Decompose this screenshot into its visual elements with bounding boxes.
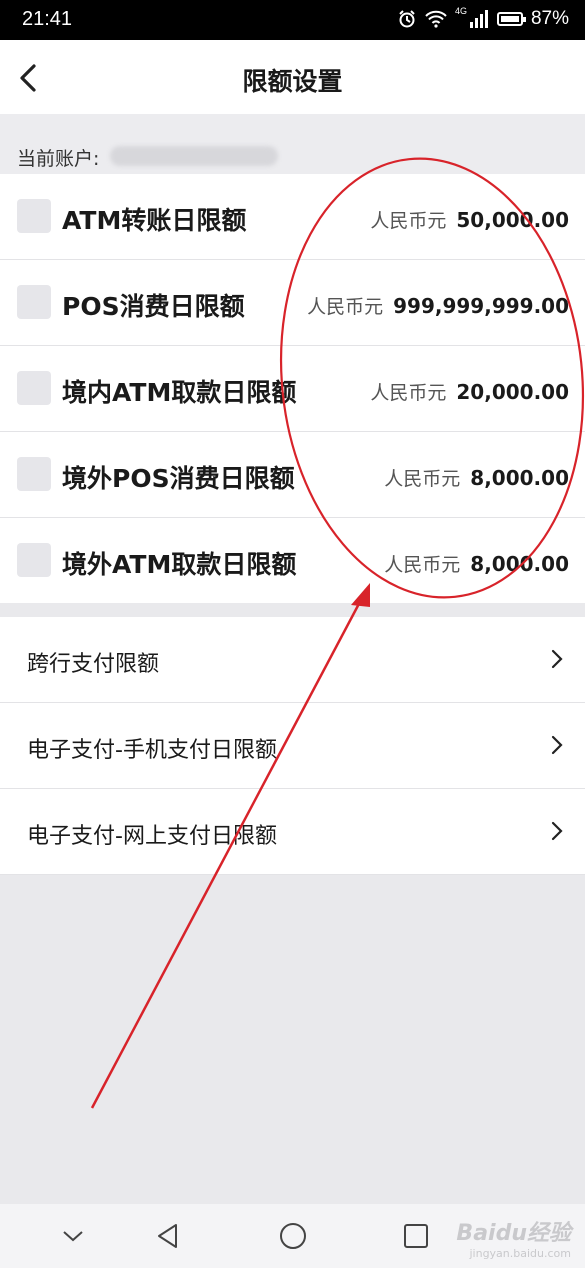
limit-currency: 人民币元 [370, 210, 447, 232]
limit-row-domestic-atm[interactable]: 境内ATM取款日限额 人民币元 20,000.00 [0, 346, 585, 432]
wifi-icon [425, 10, 447, 28]
link-label: 电子支付-手机支付日限额 [27, 738, 277, 763]
limit-checkbox[interactable] [17, 543, 51, 577]
status-bar: 21:41 4G 87% [0, 0, 585, 40]
current-account: 当前账户: [0, 114, 585, 174]
limit-row-atm-transfer[interactable]: ATM转账日限额 人民币元 50,000.00 [0, 174, 585, 260]
page-title: 限额设置 [242, 67, 343, 96]
limit-row-overseas-pos[interactable]: 境外POS消费日限额 人民币元 8,000.00 [0, 432, 585, 518]
baidu-watermark: Baidu经验 jingyan.baidu.com [456, 1215, 571, 1260]
recent-apps-square-icon[interactable] [398, 1218, 434, 1254]
online-payment-limit-item[interactable]: 电子支付-网上支付日限额 [0, 789, 585, 875]
limit-value: 人民币元 999,999,999.00 [307, 292, 569, 319]
limit-value: 人民币元 20,000.00 [370, 378, 569, 405]
limit-value: 人民币元 8,000.00 [384, 464, 569, 491]
limit-value: 人民币元 50,000.00 [370, 206, 569, 233]
link-label: 电子支付-网上支付日限额 [27, 824, 277, 849]
limit-amount: 8,000.00 [470, 466, 569, 490]
limit-currency: 人民币元 [370, 382, 447, 404]
limit-checkbox[interactable] [17, 457, 51, 491]
back-triangle-icon[interactable] [150, 1218, 186, 1254]
chevron-right-icon [551, 821, 563, 841]
limit-name: 境外POS消费日限额 [62, 464, 295, 493]
limit-amount: 50,000.00 [456, 208, 569, 232]
limit-list: ATM转账日限额 人民币元 50,000.00 POS消费日限额 人民币元 999,… [0, 174, 585, 603]
account-label: 当前账户: [17, 148, 100, 170]
chevron-right-icon [551, 735, 563, 755]
limit-checkbox[interactable] [17, 371, 51, 405]
chevron-right-icon [551, 649, 563, 669]
signal-icon [469, 10, 488, 28]
limit-amount: 999,999,999.00 [393, 294, 569, 318]
network-type: 4G [454, 6, 467, 16]
limit-name: 境外ATM取款日限额 [62, 550, 297, 579]
account-number-redacted [110, 146, 278, 166]
battery-level: 87% [530, 8, 569, 29]
limit-name: 境内ATM取款日限额 [62, 378, 297, 407]
home-circle-icon[interactable] [275, 1218, 311, 1254]
status-icons: 4G 87% [397, 6, 569, 30]
limit-value: 人民币元 8,000.00 [384, 550, 569, 577]
link-label: 跨行支付限额 [27, 652, 160, 677]
alarm-icon [399, 10, 415, 28]
limit-currency: 人民币元 [384, 554, 461, 576]
limit-checkbox[interactable] [17, 199, 51, 233]
limit-currency: 人民币元 [384, 468, 461, 490]
limit-name: POS消费日限额 [62, 292, 245, 321]
status-time: 21:41 [22, 8, 73, 30]
limit-row-overseas-atm[interactable]: 境外ATM取款日限额 人民币元 8,000.00 [0, 518, 585, 603]
hide-keyboard-icon[interactable] [55, 1218, 91, 1254]
limit-amount: 8,000.00 [470, 552, 569, 576]
watermark-url: jingyan.baidu.com [469, 1247, 571, 1260]
watermark-brand: Baidu经验 [456, 1221, 571, 1246]
limit-checkbox[interactable] [17, 285, 51, 319]
link-list: 跨行支付限额 电子支付-手机支付日限额 电子支付-网上支付日限额 [0, 617, 585, 875]
limit-currency: 人民币元 [307, 296, 384, 318]
limit-amount: 20,000.00 [456, 380, 569, 404]
app-header: 限额设置 [0, 40, 585, 114]
limit-row-pos[interactable]: POS消费日限额 人民币元 999,999,999.00 [0, 260, 585, 346]
interbank-payment-limit-item[interactable]: 跨行支付限额 [0, 617, 585, 703]
mobile-payment-limit-item[interactable]: 电子支付-手机支付日限额 [0, 703, 585, 789]
limit-name: ATM转账日限额 [62, 206, 247, 235]
battery-icon [496, 12, 526, 26]
